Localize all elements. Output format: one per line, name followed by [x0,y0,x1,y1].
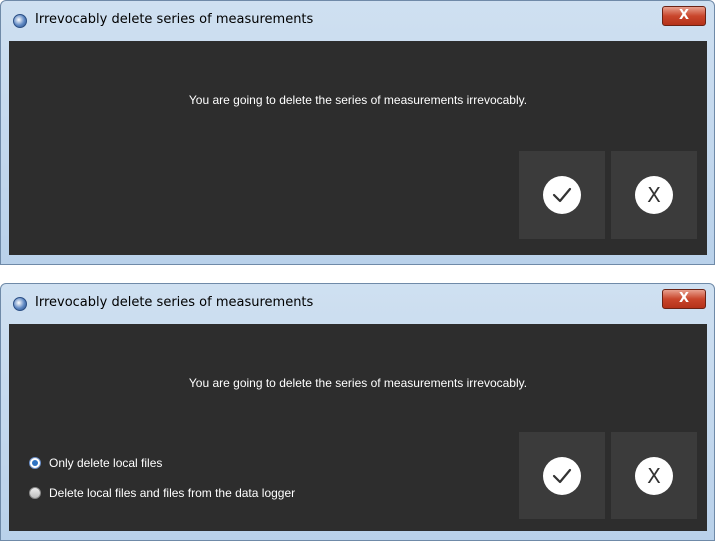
close-button[interactable]: X [662,6,706,26]
delete-dialog-simple: Irrevocably delete series of measurement… [0,0,715,265]
cancel-button[interactable]: X [611,151,697,239]
checkmark-icon [543,456,581,495]
dialog-title: Irrevocably delete series of measurement… [35,12,314,27]
title-bar: Irrevocably delete series of measurement… [1,1,714,41]
dialog-content: You are going to delete the series of me… [9,324,707,531]
confirmation-message: You are going to delete the series of me… [188,376,528,390]
confirm-button[interactable] [519,151,605,239]
app-logo-icon [13,297,27,311]
x-icon: X [635,456,673,495]
option-label: Only delete local files [49,456,163,470]
dialog-content: You are going to delete the series of me… [9,41,707,255]
delete-dialog-with-options: Irrevocably delete series of measurement… [0,283,715,541]
radio-button-unselected[interactable] [29,487,41,499]
app-logo-icon [13,14,27,28]
dialog-title: Irrevocably delete series of measurement… [35,295,314,310]
title-bar: Irrevocably delete series of measurement… [1,284,714,324]
radio-button-selected[interactable] [29,457,41,469]
cancel-button[interactable]: X [611,432,697,519]
confirmation-message: You are going to delete the series of me… [188,93,528,107]
checkmark-icon [543,176,581,214]
x-icon: X [635,176,673,214]
confirm-button[interactable] [519,432,605,519]
option-label: Delete local files and files from the da… [49,486,296,500]
close-button[interactable]: X [662,289,706,309]
